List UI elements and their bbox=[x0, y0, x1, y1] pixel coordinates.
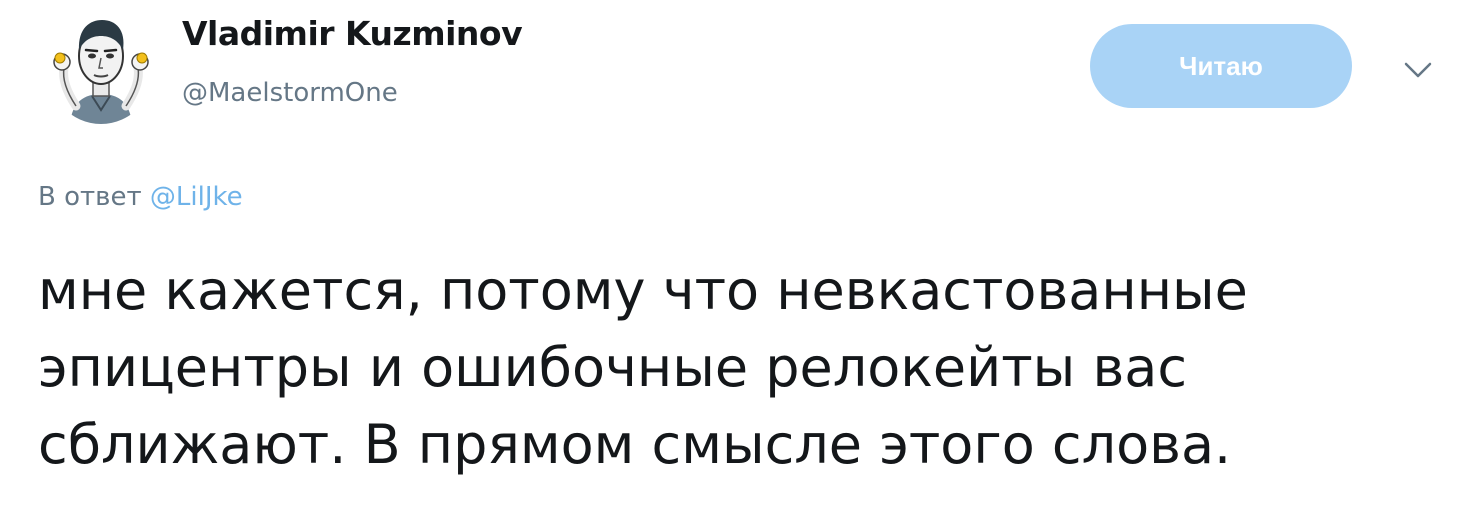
tweet-text-line: эпицентры и ошибочные релокейты вас bbox=[38, 336, 1188, 399]
avatar[interactable] bbox=[46, 6, 156, 124]
follow-button[interactable]: Читаю bbox=[1090, 24, 1352, 108]
follow-button-label: Читаю bbox=[1179, 50, 1263, 81]
tweet-text-line: мне кажется, потому что невкастованные bbox=[38, 259, 1248, 322]
tweet-text-line: сближают. В прямом смысле этого слова. bbox=[38, 413, 1232, 476]
author-display-name[interactable]: Vladimir Kuzminov bbox=[182, 14, 523, 53]
tweet-text: мне кажется, потому что невкастованные э… bbox=[38, 252, 1438, 483]
more-menu-button[interactable] bbox=[1396, 52, 1440, 88]
avatar-illustration-icon bbox=[53, 20, 149, 124]
reply-prefix: В ответ bbox=[38, 182, 142, 212]
tweet-card: Vladimir Kuzminov @MaelstormOne Читаю В … bbox=[0, 0, 1460, 508]
reply-mention-link[interactable]: @LilJke bbox=[150, 182, 243, 212]
author-handle[interactable]: @MaelstormOne bbox=[182, 78, 398, 108]
chevron-down-icon bbox=[1404, 62, 1432, 78]
reply-context: В ответ @LilJke bbox=[38, 182, 243, 212]
